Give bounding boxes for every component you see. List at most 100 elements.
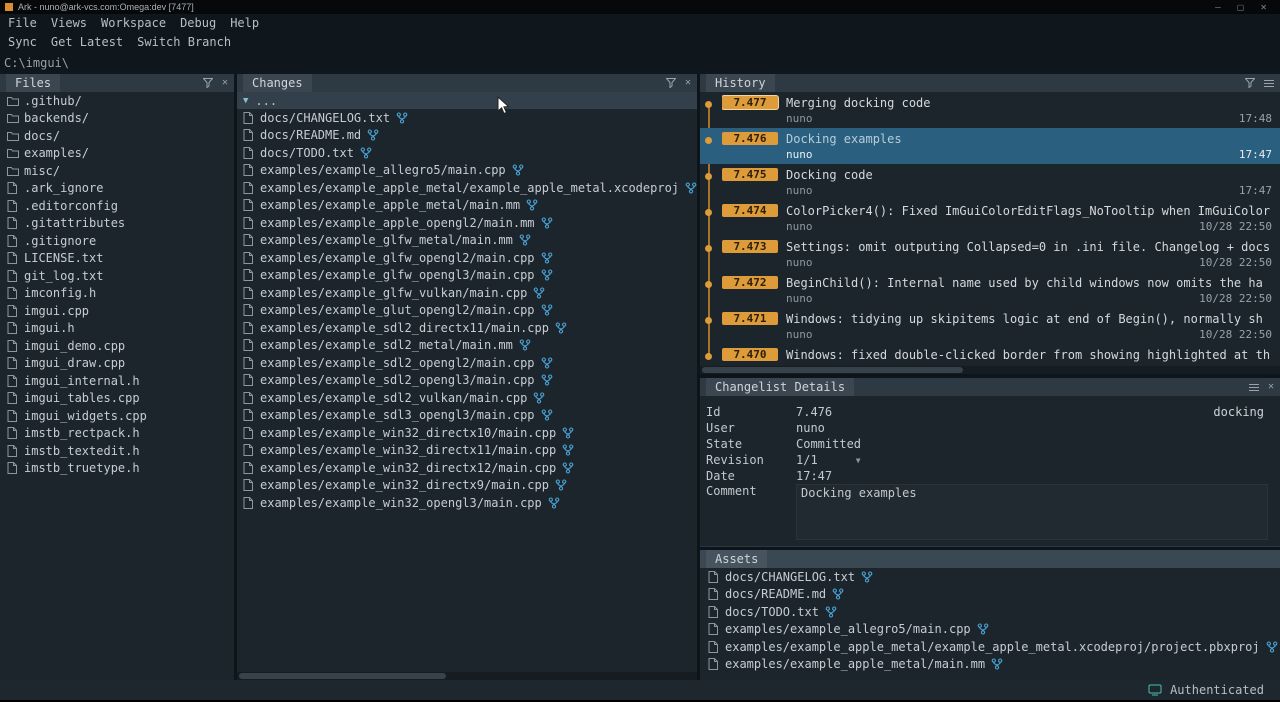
changed-file-path: examples/example_apple_opengl2/main.mm xyxy=(260,216,535,230)
scrollbar-thumb[interactable] xyxy=(239,673,446,679)
commit-row[interactable]: 7.475 Docking code nuno 17:47 xyxy=(700,164,1280,200)
filter-icon[interactable] xyxy=(666,78,676,88)
branch-fork-icon xyxy=(562,462,574,474)
horizontal-scrollbar[interactable] xyxy=(237,672,697,680)
changed-file-row[interactable]: docs/TODO.txt xyxy=(237,144,697,162)
close-button[interactable]: ✕ xyxy=(1260,3,1267,12)
minimize-button[interactable]: ─ xyxy=(1215,3,1221,12)
file-tree-item[interactable]: imgui_draw.cpp xyxy=(0,355,234,373)
changed-file-row[interactable]: docs/README.md xyxy=(237,127,697,145)
menu-item[interactable]: Help xyxy=(230,16,259,30)
maximize-button[interactable]: ▢ xyxy=(1237,3,1245,12)
file-tree-item[interactable]: imgui_demo.cpp xyxy=(0,337,234,355)
file-tree-item[interactable]: .gitattributes xyxy=(0,215,234,233)
menu-item[interactable]: Workspace xyxy=(101,16,166,30)
file-tree-item[interactable]: .ark_ignore xyxy=(0,180,234,198)
file-tree-item[interactable]: imgui_widgets.cpp xyxy=(0,407,234,425)
changed-file-row[interactable]: docs/CHANGELOG.txt xyxy=(237,109,697,127)
asset-path: docs/CHANGELOG.txt xyxy=(725,570,855,584)
commit-row[interactable]: 7.476 Docking examples nuno 17:47 xyxy=(700,128,1280,164)
files-panel-header: Files ✕ xyxy=(0,74,234,92)
changes-panel-header: Changes ✕ xyxy=(237,74,697,92)
file-tree-item[interactable]: .gitignore xyxy=(0,232,234,250)
horizontal-scrollbar[interactable] xyxy=(700,366,1280,374)
comment-field[interactable]: Docking examples xyxy=(796,484,1268,540)
file-tree-item[interactable]: docs/ xyxy=(0,127,234,145)
file-tree-item[interactable]: imgui_tables.cpp xyxy=(0,390,234,408)
expander-icon[interactable]: ▼ xyxy=(243,96,248,106)
file-tree-item[interactable]: .github/ xyxy=(0,92,234,110)
changed-file-row[interactable]: examples/example_win32_directx9/main.cpp xyxy=(237,477,697,495)
file-tree-item[interactable]: backends/ xyxy=(0,110,234,128)
close-panel-icon[interactable]: ✕ xyxy=(685,78,691,88)
changed-file-row[interactable]: examples/example_win32_directx11/main.cp… xyxy=(237,442,697,460)
file-icon xyxy=(243,269,260,281)
detail-row-state: State Committed xyxy=(706,436,1272,452)
changed-file-row[interactable]: examples/example_glfw_opengl3/main.cpp xyxy=(237,267,697,285)
changed-file-row[interactable]: examples/example_win32_directx10/main.cp… xyxy=(237,424,697,442)
asset-row[interactable]: examples/example_allegro5/main.cpp xyxy=(700,621,1280,639)
changed-file-row[interactable]: examples/example_sdl2_metal/main.mm xyxy=(237,337,697,355)
scrollbar-thumb[interactable] xyxy=(702,367,963,373)
commit-row[interactable]: 7.473 Settings: omit outputing Collapsed… xyxy=(700,236,1280,272)
toolbar-button[interactable]: Switch Branch xyxy=(137,35,231,49)
changed-file-row[interactable]: examples/example_win32_directx12/main.cp… xyxy=(237,459,697,477)
changed-file-row[interactable]: examples/example_apple_metal/main.mm xyxy=(237,197,697,215)
file-tree-item[interactable]: imgui.cpp xyxy=(0,302,234,320)
close-panel-icon[interactable]: ✕ xyxy=(1268,382,1274,392)
menu-icon[interactable] xyxy=(1264,79,1274,88)
commit-message: Merging docking code xyxy=(786,96,931,110)
file-tree-item[interactable]: imconfig.h xyxy=(0,285,234,303)
file-tree-item[interactable]: .editorconfig xyxy=(0,197,234,215)
changed-file-row[interactable]: examples/example_sdl2_opengl3/main.cpp xyxy=(237,372,697,390)
asset-row[interactable]: docs/README.md xyxy=(700,586,1280,604)
file-tree-item[interactable]: imstb_textedit.h xyxy=(0,442,234,460)
menu-icon[interactable] xyxy=(1249,383,1259,392)
changed-file-row[interactable]: examples/example_apple_opengl2/main.mm xyxy=(237,214,697,232)
changed-file-row[interactable]: examples/example_glut_opengl2/main.cpp xyxy=(237,302,697,320)
detail-label: Date xyxy=(706,469,796,483)
asset-row[interactable]: docs/CHANGELOG.txt xyxy=(700,568,1280,586)
file-tree-item[interactable]: imgui_internal.h xyxy=(0,372,234,390)
history-panel-header: History xyxy=(700,74,1280,92)
changed-file-row[interactable]: examples/example_apple_metal/example_app… xyxy=(237,179,697,197)
commit-row[interactable]: 7.472 BeginChild(): Internal name used b… xyxy=(700,272,1280,308)
close-panel-icon[interactable]: ✕ xyxy=(222,78,228,88)
menu-item[interactable]: File xyxy=(8,16,37,30)
asset-row[interactable]: docs/TODO.txt xyxy=(700,603,1280,621)
changed-file-row[interactable]: examples/example_glfw_vulkan/main.cpp xyxy=(237,284,697,302)
menu-item[interactable]: Views xyxy=(51,16,87,30)
file-name: imstb_rectpack.h xyxy=(24,426,140,440)
toolbar-button[interactable]: Get Latest xyxy=(51,35,123,49)
file-tree-item[interactable]: LICENSE.txt xyxy=(0,250,234,268)
file-tree-item[interactable]: examples/ xyxy=(0,145,234,163)
changed-file-row[interactable]: examples/example_glfw_metal/main.mm xyxy=(237,232,697,250)
file-tree-item[interactable]: imstb_rectpack.h xyxy=(0,425,234,443)
toolbar-button[interactable]: Sync xyxy=(8,35,37,49)
branch-fork-icon xyxy=(861,571,873,583)
changed-file-row[interactable]: examples/example_sdl2_vulkan/main.cpp xyxy=(237,389,697,407)
asset-row[interactable]: examples/example_apple_metal/example_app… xyxy=(700,638,1280,656)
file-type-icon xyxy=(7,182,24,194)
asset-row[interactable]: examples/example_apple_metal/main.mm xyxy=(700,656,1280,674)
menu-item[interactable]: Debug xyxy=(180,16,216,30)
revision-dropdown[interactable]: 1/1 ▼ xyxy=(796,453,861,467)
changes-root-row[interactable]: ▼ ... xyxy=(237,92,697,109)
changed-file-row[interactable]: examples/example_glfw_opengl2/main.cpp xyxy=(237,249,697,267)
commit-row[interactable]: 7.474 ColorPicker4(): Fixed ImGuiColorEd… xyxy=(700,200,1280,236)
changed-file-row[interactable]: examples/example_sdl2_directx11/main.cpp xyxy=(237,319,697,337)
changed-file-row[interactable]: examples/example_allegro5/main.cpp xyxy=(237,162,697,180)
filter-icon[interactable] xyxy=(1245,78,1255,88)
file-tree-item[interactable]: imgui.h xyxy=(0,320,234,338)
commit-row[interactable]: 7.477 Merging docking code nuno 17:48 xyxy=(700,92,1280,128)
changed-file-row[interactable]: examples/example_sdl2_opengl2/main.cpp xyxy=(237,354,697,372)
file-tree-item[interactable]: git_log.txt xyxy=(0,267,234,285)
file-tree-item[interactable]: imstb_truetype.h xyxy=(0,460,234,478)
filter-icon[interactable] xyxy=(203,78,213,88)
changed-file-row[interactable]: examples/example_win32_opengl3/main.cpp xyxy=(237,494,697,512)
changed-file-row[interactable]: examples/example_sdl3_opengl3/main.cpp xyxy=(237,407,697,425)
file-tree-item[interactable]: misc/ xyxy=(0,162,234,180)
commit-row[interactable]: 7.471 Windows: tidying up skipitems logi… xyxy=(700,308,1280,344)
branch-tag: docking xyxy=(1213,405,1272,419)
file-icon xyxy=(243,164,260,176)
